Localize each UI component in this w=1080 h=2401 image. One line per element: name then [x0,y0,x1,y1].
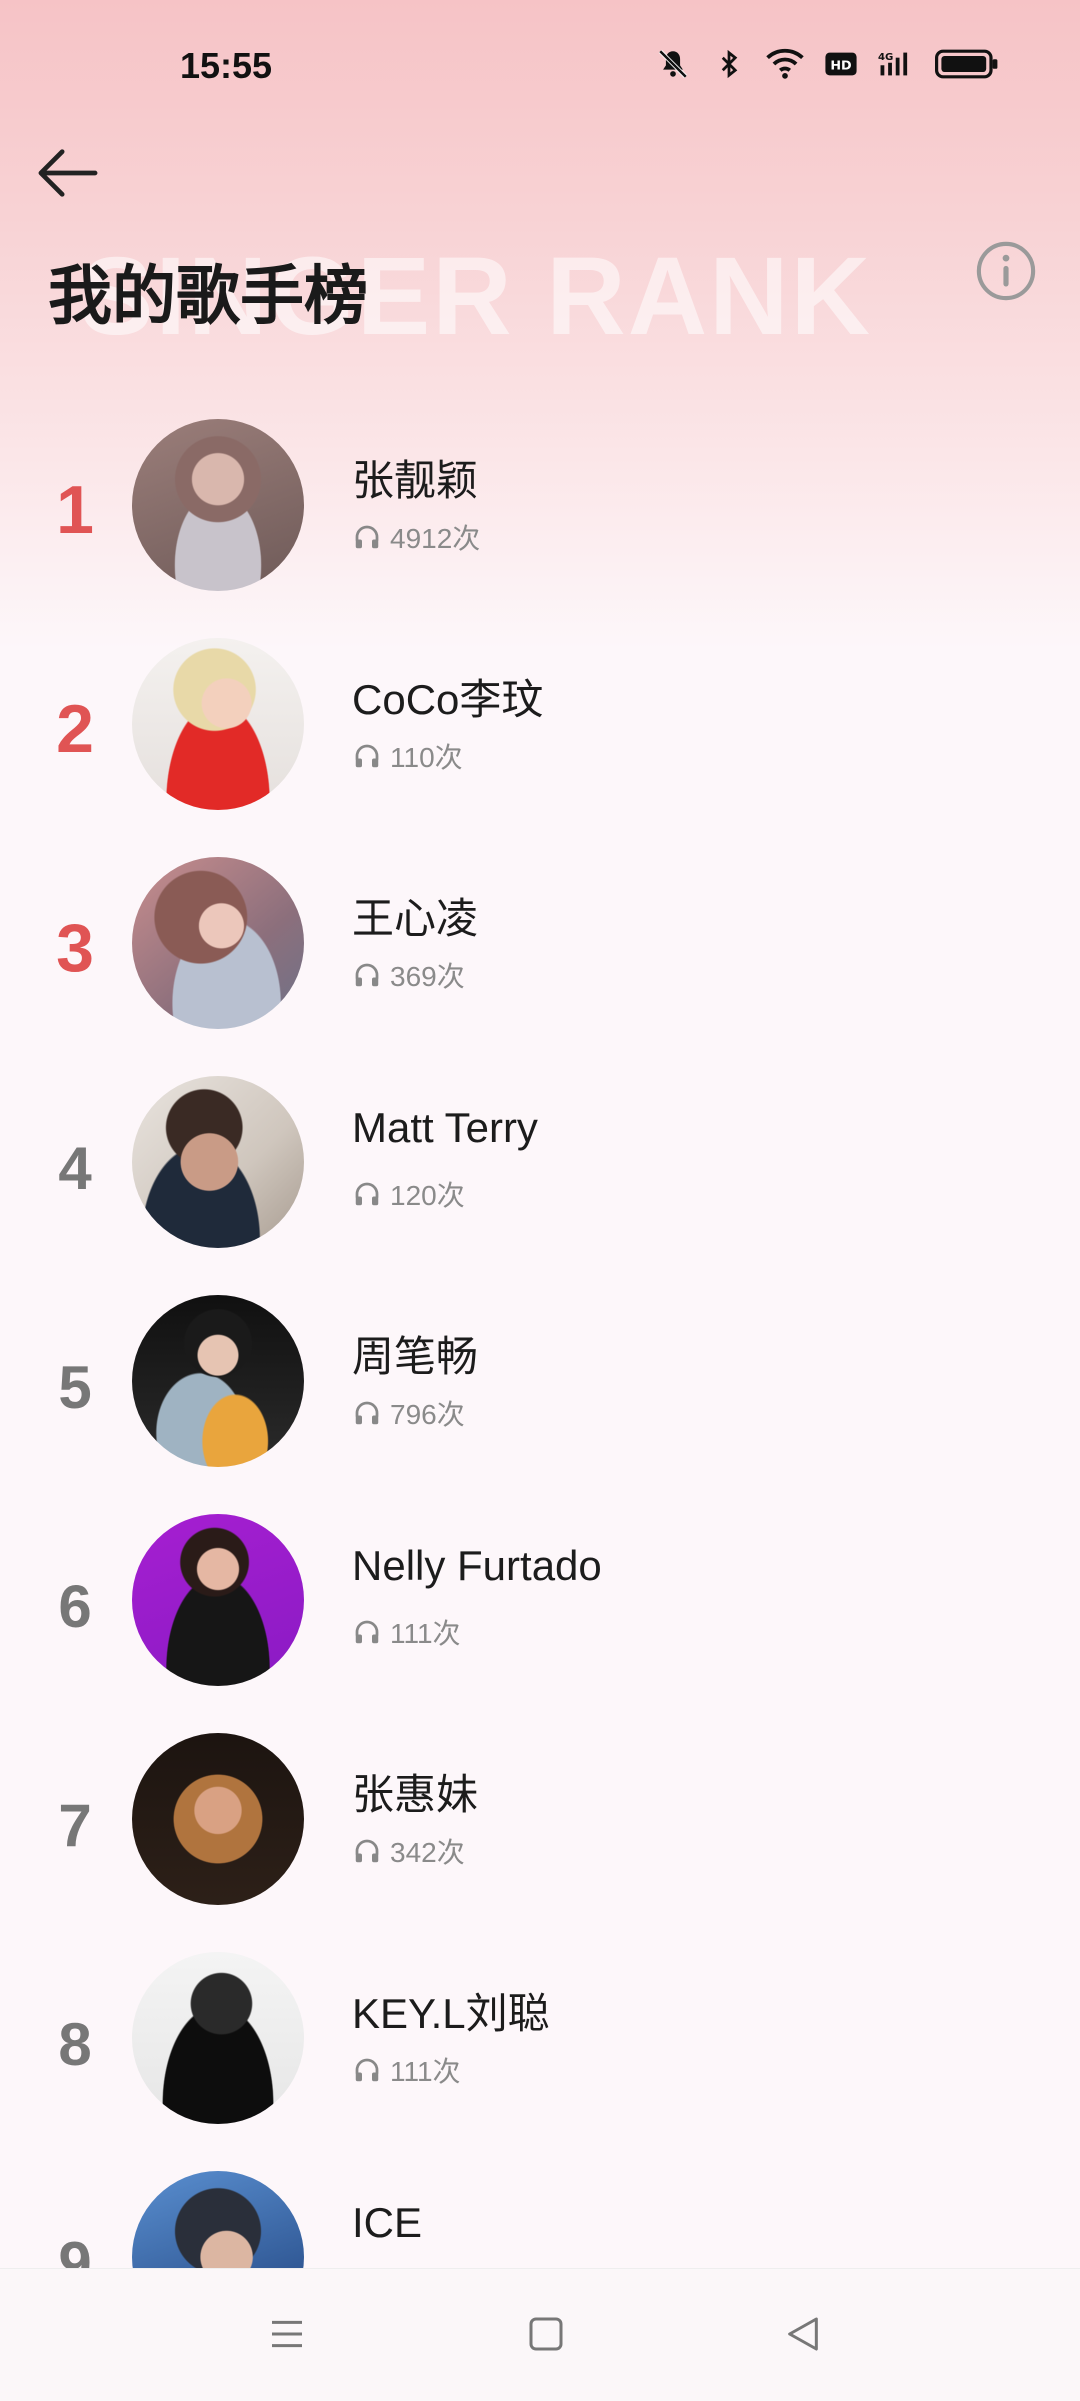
headphones-icon [355,1401,379,1425]
singer-name: 周笔畅 [352,1333,479,1380]
list-item[interactable]: 2 CoCo李玟 110次 [0,634,1080,853]
singer-name: ICE [352,2199,423,2246]
rank-number: 6 [58,1573,92,1640]
play-count: 120次 [352,1174,465,1214]
play-count: 369次 [352,955,465,995]
play-count-text: 796次 [390,1399,465,1430]
list-item[interactable]: 1 张靓颖 4912次 [0,415,1080,634]
hd-icon: HD [822,45,860,83]
system-nav-bar [0,2268,1080,2401]
avatar [132,419,304,591]
avatar [132,1733,304,1905]
avatar [132,1952,304,2124]
list-item[interactable]: 7 张惠妹 342次 [0,1729,1080,1948]
play-count: 111次 [352,2050,461,2090]
play-count-text: 4912次 [390,523,481,554]
nav-back-button[interactable] [768,2299,838,2369]
avatar [132,1076,304,1248]
info-button[interactable] [975,240,1037,302]
list-item[interactable]: 6 Nelly Furtado 111次 [0,1510,1080,1729]
play-count: 796次 [352,1393,465,1433]
play-count: 342次 [352,1831,465,1871]
list-item[interactable]: 8 KEY.L刘聪 111次 [0,1948,1080,2167]
play-count: 4912次 [352,517,480,557]
page-header: SINGER RANK 我的歌手榜 [0,225,1080,358]
list-item[interactable]: 4 Matt Terry 120次 [0,1072,1080,1291]
play-count-text: 111次 [390,2056,461,2087]
bell-off-icon [654,45,692,83]
headphones-icon [355,1620,379,1644]
recents-button[interactable] [252,2299,322,2369]
battery-icon [934,45,1000,83]
play-count: 111次 [352,1612,461,1652]
signal-4g-icon: 4G [878,45,916,83]
avatar [132,857,304,1029]
play-count-text: 110次 [390,742,463,773]
status-bar: 15:55 HD 4G [0,0,1080,135]
rank-number: 2 [56,691,94,767]
back-triangle-icon [788,2317,818,2351]
singer-name: KEY.L刘聪 [352,1990,550,2037]
play-count: 110次 [352,736,463,776]
svg-text:4G: 4G [878,52,893,63]
svg-text:HD: HD [830,59,851,74]
headphones-icon [355,963,379,987]
list-item[interactable]: 5 周笔畅 796次 [0,1291,1080,1510]
rank-number: 3 [56,910,94,986]
back-button[interactable] [30,135,106,211]
avatar [132,1514,304,1686]
back-arrow-icon [38,149,98,197]
rank-number: 4 [58,1135,92,1202]
status-icons: HD 4G [654,45,1000,83]
info-icon [976,241,1036,301]
singer-rank-list: 1 张靓颖 4912次 2 CoCo李玟 110次 3 王心凌 369次 4 M… [0,415,1080,2386]
singer-name: 张惠妹 [352,1771,479,1818]
status-time: 15:55 [180,45,273,86]
headphones-icon [355,525,379,549]
play-count-text: 120次 [390,1180,465,1211]
singer-name: 张靓颖 [352,457,479,504]
home-button[interactable] [511,2299,581,2369]
bluetooth-icon [710,45,748,83]
menu-icon [272,2320,302,2348]
singer-name: Matt Terry [352,1104,538,1151]
list-item[interactable]: 3 王心凌 369次 [0,853,1080,1072]
play-count-text: 342次 [390,1837,465,1868]
rank-number: 7 [58,1792,92,1859]
rank-number: 1 [56,472,94,548]
play-count-text: 369次 [390,961,465,992]
headphones-icon [355,744,379,768]
singer-name: 王心凌 [352,895,479,942]
singer-name: Nelly Furtado [352,1542,602,1589]
headphones-icon [355,2058,379,2082]
avatar [132,638,304,810]
rank-number: 5 [58,1354,92,1421]
home-icon [529,2317,563,2351]
page-title: 我的歌手榜 [48,260,368,332]
rank-number: 8 [58,2011,92,2078]
singer-name: CoCo李玟 [352,676,544,723]
headphones-icon [355,1839,379,1863]
avatar [132,1295,304,1467]
play-count-text: 111次 [390,1618,461,1649]
headphones-icon [355,1182,379,1206]
wifi-icon [766,45,804,83]
